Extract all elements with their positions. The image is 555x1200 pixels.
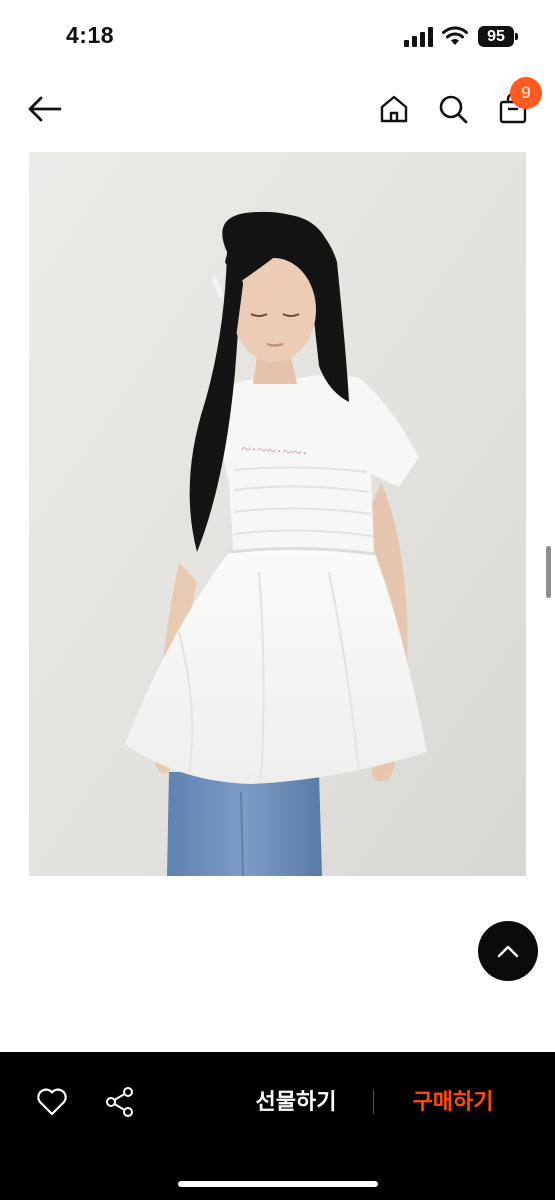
home-button[interactable] — [374, 89, 414, 129]
share-icon — [106, 1087, 133, 1117]
back-button[interactable] — [22, 91, 68, 127]
cart-count-badge: 9 — [510, 77, 542, 109]
battery-icon: 95 — [478, 26, 518, 47]
scrollbar[interactable] — [546, 546, 551, 598]
home-indicator[interactable] — [178, 1181, 378, 1187]
home-icon — [380, 95, 408, 123]
signal-icon — [404, 27, 433, 47]
status-time: 4:18 — [66, 22, 115, 48]
buy-button[interactable]: 구매하기 — [392, 1082, 514, 1122]
back-arrow-icon — [28, 96, 62, 122]
gift-button[interactable]: 선물하기 — [236, 1082, 356, 1122]
chevron-up-icon — [497, 945, 519, 958]
search-button[interactable] — [433, 89, 473, 129]
status-bar: 4:18 95 — [0, 0, 555, 70]
bottom-action-bar: 선물하기 구매하기 — [0, 1052, 555, 1200]
share-button[interactable] — [102, 1084, 138, 1120]
battery-level: 95 — [487, 28, 505, 45]
nav-bar — [0, 75, 555, 145]
bar-divider — [373, 1090, 374, 1114]
search-icon — [439, 95, 468, 124]
scroll-to-top-button[interactable] — [478, 921, 538, 981]
product-photo[interactable]: ~·~~·~~· — [29, 152, 526, 876]
wifi-icon — [442, 26, 468, 45]
product-photo-illustration: ~·~~·~~· — [29, 152, 526, 876]
like-button[interactable] — [34, 1084, 70, 1120]
heart-icon — [37, 1088, 67, 1116]
